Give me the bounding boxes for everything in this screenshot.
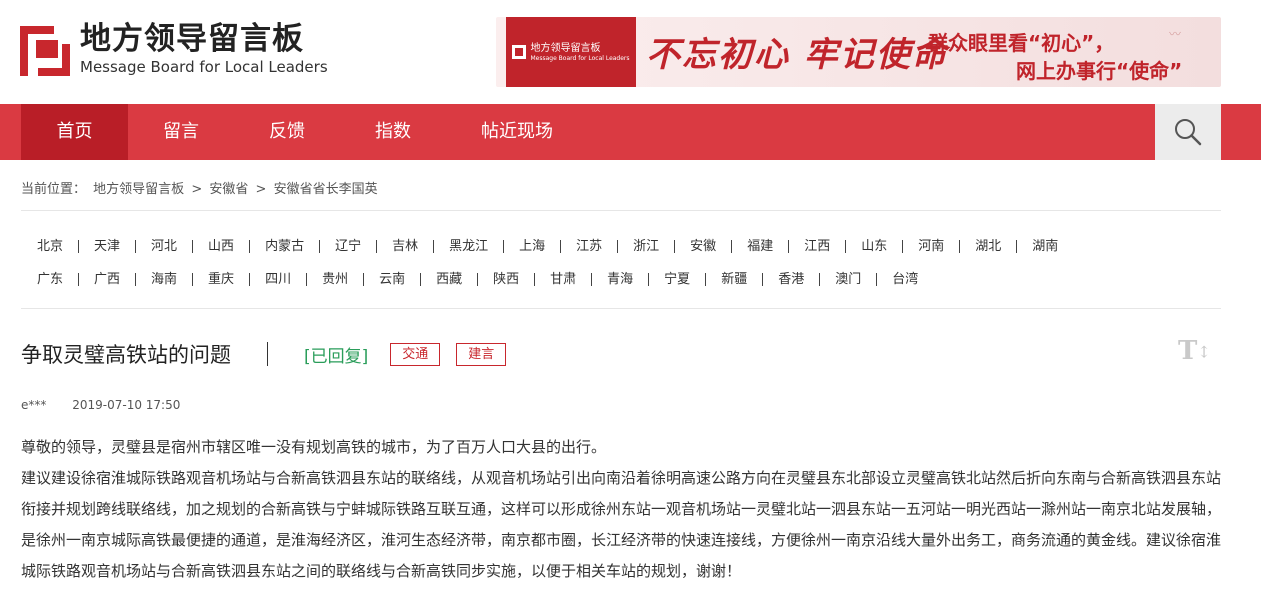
province-link[interactable]: 天津 <box>79 240 137 253</box>
province-link[interactable]: 陕西 <box>478 273 536 286</box>
province-link[interactable]: 吉林 <box>377 240 435 253</box>
province-link[interactable]: 福建 <box>732 240 790 253</box>
province-link[interactable]: 澳门 <box>820 273 878 286</box>
province-link[interactable]: 四川 <box>250 273 308 286</box>
logo-title-cn: 地方领导留言板 <box>80 21 304 57</box>
province-link[interactable]: 河北 <box>136 240 194 253</box>
breadcrumb-prefix: 当前位置： <box>21 182 87 197</box>
province-link[interactable]: 新疆 <box>706 273 764 286</box>
breadcrumb-item-board[interactable]: 地方领导留言板 <box>93 182 184 197</box>
province-link[interactable]: 广东 <box>21 273 80 286</box>
message-title: 争取灵璧高铁站的问题 <box>21 343 231 367</box>
province-link[interactable]: 台湾 <box>877 273 933 286</box>
up-down-arrow-icon: ↕ <box>1197 342 1211 362</box>
province-link[interactable]: 安徽 <box>675 240 733 253</box>
province-link[interactable]: 山西 <box>193 240 251 253</box>
province-link[interactable]: 北京 <box>21 240 80 253</box>
breadcrumb-separator: > <box>255 182 267 197</box>
province-link[interactable]: 宁夏 <box>649 273 707 286</box>
divider <box>21 308 1221 309</box>
breadcrumb: 当前位置： 地方领导留言板 > 安徽省 > 安徽省省长李国英 <box>21 178 381 197</box>
province-link[interactable]: 贵州 <box>307 273 365 286</box>
province-link[interactable]: 香港 <box>763 273 821 286</box>
banner-line-1: 群众眼里看“初心”， <box>928 31 1115 55</box>
tag-traffic[interactable]: 交通 <box>390 342 441 366</box>
banner-line-2: 网上办事行“使命” <box>1016 59 1183 83</box>
nav-item-index[interactable]: 指数 <box>340 104 446 160</box>
divider <box>21 210 1221 211</box>
province-link[interactable]: 上海 <box>504 240 562 253</box>
province-link[interactable]: 江西 <box>789 240 847 253</box>
message-datetime: 2019-07-10 17:50 <box>72 398 181 412</box>
province-link[interactable]: 西藏 <box>421 273 479 286</box>
search-icon <box>1175 119 1202 146</box>
slogan-banner[interactable]: 地方领导留言板 Message Board for Local Leaders … <box>496 17 1221 87</box>
province-link[interactable]: 湖北 <box>960 240 1018 253</box>
banner-slogan: 不忘初心 牢记使命 <box>646 35 948 75</box>
breadcrumb-separator: > <box>191 182 203 197</box>
nav-item-home[interactable]: 首页 <box>21 104 128 160</box>
province-link[interactable]: 辽宁 <box>320 240 378 253</box>
nav-item-onsite[interactable]: 帖近现场 <box>446 104 588 160</box>
province-link[interactable]: 云南 <box>364 273 422 286</box>
message-title-row: 争取灵璧高铁站的问题 [已回复] 交通 建言 <box>21 338 1221 370</box>
province-link[interactable]: 河南 <box>903 240 961 253</box>
font-size-toggle[interactable]: T↕ <box>1178 336 1211 366</box>
nav-item-messages[interactable]: 留言 <box>128 104 234 160</box>
author-name: e*** <box>21 398 47 412</box>
province-link[interactable]: 甘肃 <box>535 273 593 286</box>
province-link[interactable]: 青海 <box>592 273 650 286</box>
breadcrumb-item-province[interactable]: 安徽省 <box>209 182 248 197</box>
province-list: 北京 天津 河北 山西 内蒙古 辽宁 吉林 黑龙江 上海 江苏 浙江 安徽 福建 江西 山东 河南 湖北 湖南 广… <box>21 230 1221 296</box>
tag-suggestion[interactable]: 建言 <box>456 342 507 366</box>
status-badge: [已回复] <box>304 346 369 367</box>
province-link[interactable]: 江苏 <box>561 240 619 253</box>
search-button[interactable] <box>1155 104 1221 160</box>
logo-title-en: Message Board for Local Leaders <box>80 58 328 76</box>
message-paragraph: 建议建设徐宿淮城际铁路观音机场站与合新高铁泗县东站的联络线，从观音机场站引出向南… <box>21 469 1222 580</box>
font-size-icon: T <box>1178 336 1198 366</box>
bird-icon: 〰 <box>1168 27 1181 41</box>
message-body: 尊敬的领导，灵璧县是宿州市辖区唯一没有规划高铁的城市，为了百万人口大县的出行。 … <box>21 432 1226 587</box>
province-link[interactable]: 浙江 <box>618 240 676 253</box>
nav-item-feedback[interactable]: 反馈 <box>234 104 340 160</box>
province-link[interactable]: 内蒙古 <box>250 240 321 253</box>
province-row: 广东 广西 海南 重庆 四川 贵州 云南 西藏 陕西 甘肃 青海 宁夏 新疆 香港 澳门 台湾 <box>21 263 1221 296</box>
title-divider <box>267 342 268 366</box>
banner-logo-icon <box>512 45 527 59</box>
province-link[interactable]: 广西 <box>79 273 137 286</box>
province-link[interactable]: 山东 <box>846 240 904 253</box>
message-meta: e*** 2019-07-10 17:50 <box>21 398 180 412</box>
province-row: 北京 天津 河北 山西 内蒙古 辽宁 吉林 黑龙江 上海 江苏 浙江 安徽 福建 江西 山东 河南 湖北 湖南 <box>21 230 1221 263</box>
province-link[interactable]: 黑龙江 <box>434 240 505 253</box>
province-link[interactable]: 重庆 <box>193 273 251 286</box>
breadcrumb-item-leader[interactable]: 安徽省省长李国英 <box>274 182 378 197</box>
main-nav: 首页 留言 反馈 指数 帖近现场 <box>0 104 1261 160</box>
header: 地方领导留言板 Message Board for Local Leaders … <box>0 0 1261 104</box>
province-link[interactable]: 湖南 <box>1017 240 1073 253</box>
message-paragraph: 尊敬的领导，灵璧县是宿州市辖区唯一没有规划高铁的城市，为了百万人口大县的出行。 <box>21 438 607 456</box>
site-logo[interactable]: 地方领导留言板 Message Board for Local Leaders <box>20 22 328 76</box>
banner-mini-logo: 地方领导留言板 Message Board for Local Leaders <box>506 17 636 87</box>
logo-mark-icon <box>20 22 72 76</box>
province-link[interactable]: 海南 <box>136 273 194 286</box>
